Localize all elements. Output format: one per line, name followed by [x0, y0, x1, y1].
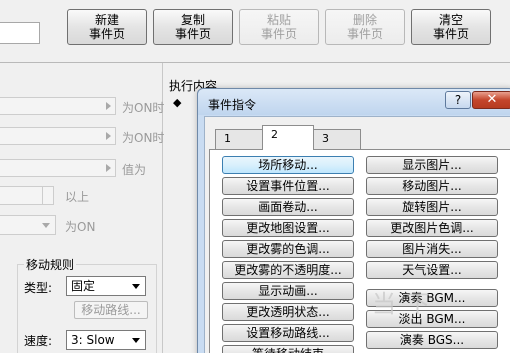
- play-bgs-button[interactable]: 演奏 BGS...: [366, 331, 498, 349]
- variable-select[interactable]: [0, 159, 116, 177]
- paste-page-button[interactable]: 粘贴 事件页: [239, 9, 319, 45]
- clear-page-line2: 事件页: [432, 27, 469, 41]
- scroll-map-button[interactable]: 画面卷动...: [222, 198, 354, 216]
- move-type-value: 固定: [71, 279, 96, 293]
- move-picture-button[interactable]: 移动图片...: [366, 177, 498, 195]
- change-fog-opacity-button[interactable]: 更改雾的不透明度...: [222, 261, 354, 279]
- move-type-select[interactable]: 固定: [66, 276, 146, 296]
- exec-bullet-icon[interactable]: ◆: [173, 96, 181, 109]
- spin-suffix: 以上: [65, 190, 90, 204]
- set-move-route-button[interactable]: 设置移动路线...: [222, 324, 354, 342]
- close-button[interactable]: ✕: [472, 91, 510, 109]
- wait-move-complete-button[interactable]: 等待移动结束: [222, 345, 354, 353]
- tab-3[interactable]: 3: [313, 129, 361, 149]
- new-page-line2: 事件页: [88, 27, 125, 41]
- erase-picture-button[interactable]: 图片消失...: [366, 240, 498, 258]
- show-picture-button[interactable]: 显示图片...: [366, 156, 498, 174]
- switch1-select[interactable]: [0, 97, 116, 115]
- tab-page-2: 场所移动... 设置事件位置... 画面卷动... 更改地图设置... 更改雾的…: [209, 149, 510, 353]
- delete-page-button[interactable]: 删除 事件页: [325, 9, 405, 45]
- rotate-picture-button[interactable]: 旋转图片...: [366, 198, 498, 216]
- change-map-settings-button[interactable]: 更改地图设置...: [222, 219, 354, 237]
- copy-page-line2: 事件页: [174, 27, 211, 41]
- switch2-select[interactable]: [0, 127, 116, 145]
- paste-page-line1: 粘贴: [266, 13, 291, 27]
- name-input[interactable]: [0, 22, 40, 44]
- event-command-dialog: 事件指令 ? ✕ 1 2 3 场所移动... 设置事件位置... 画面卷动...…: [197, 88, 510, 353]
- arrow-right-icon: [106, 102, 111, 110]
- speed-label: 速度:: [24, 334, 53, 348]
- copy-page-button[interactable]: 复制 事件页: [153, 9, 233, 45]
- change-transparency-button[interactable]: 更改透明状态...: [222, 303, 354, 321]
- switch2-suffix: 为ON时: [122, 131, 165, 145]
- transfer-player-button[interactable]: 场所移动...: [222, 156, 354, 174]
- arrow-right-icon: [106, 132, 111, 140]
- delete-page-line2: 事件页: [346, 27, 383, 41]
- self-switch-suffix: 为ON: [65, 220, 96, 234]
- self-switch-select[interactable]: [0, 215, 56, 235]
- move-route-button[interactable]: 移动路线...: [74, 301, 148, 319]
- copy-page-line1: 复制: [180, 13, 205, 27]
- clear-page-button[interactable]: 清空 事件页: [411, 9, 491, 45]
- help-button[interactable]: ?: [445, 91, 471, 109]
- move-rule-title: 移动规则: [24, 256, 77, 273]
- new-page-line1: 新建: [94, 13, 119, 27]
- variable-suffix: 值为: [122, 163, 147, 177]
- speed-value: 3: Slow: [71, 333, 115, 347]
- change-picture-tone-button[interactable]: 更改图片色调...: [366, 219, 498, 237]
- weather-settings-button[interactable]: 天气设置...: [366, 261, 498, 279]
- watermark-text: 当下: [372, 290, 440, 318]
- change-fog-tone-button[interactable]: 更改雾的色调...: [222, 240, 354, 258]
- speed-select[interactable]: 3: Slow: [66, 330, 146, 350]
- arrow-right-icon: [106, 164, 111, 172]
- toolbar: 新建 事件页 复制 事件页 粘贴 事件页 删除 事件页 清空 事件页: [0, 0, 510, 62]
- clear-page-line1: 清空: [438, 13, 463, 27]
- paste-page-line2: 事件页: [260, 27, 297, 41]
- dialog-titlebar[interactable]: 事件指令 ? ✕: [198, 89, 510, 115]
- show-animation-button[interactable]: 显示动画...: [222, 282, 354, 300]
- type-label: 类型:: [24, 281, 53, 295]
- set-event-location-button[interactable]: 设置事件位置...: [222, 177, 354, 195]
- dialog-title: 事件指令: [208, 98, 257, 112]
- dialog-client: 1 2 3 场所移动... 设置事件位置... 画面卷动... 更改地图设置..…: [204, 116, 510, 353]
- toolbar-divider: [0, 62, 510, 63]
- tab-1[interactable]: 1: [215, 129, 263, 149]
- delete-page-line1: 删除: [352, 13, 377, 27]
- tab-2[interactable]: 2: [262, 125, 314, 150]
- new-page-button[interactable]: 新建 事件页: [67, 9, 147, 45]
- switch1-suffix: 为ON时: [122, 101, 165, 115]
- spinner-buttons[interactable]: [42, 186, 54, 205]
